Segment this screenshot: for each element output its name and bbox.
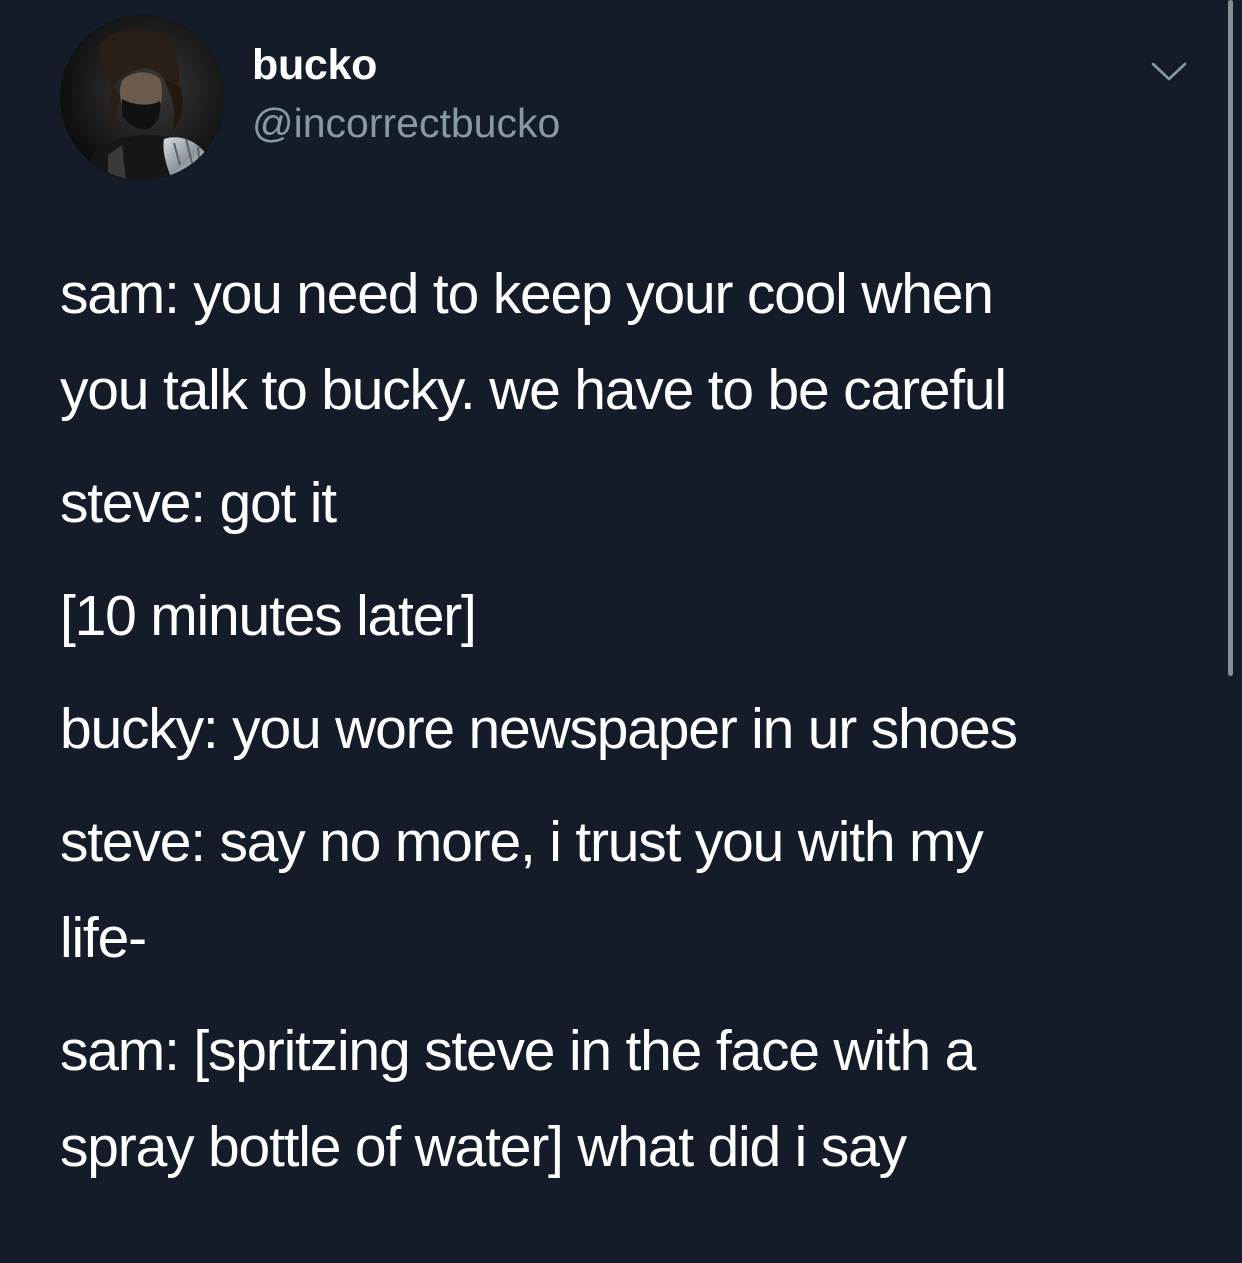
tweet-line: [10 minutes later] — [60, 584, 477, 648]
tweet-line: you talk to bucky. we have to be careful — [60, 358, 1007, 422]
tweet-line: life- — [60, 906, 147, 970]
tweet: bucko @incorrectbucko sam: you need to k… — [0, 0, 1242, 1263]
chevron-down-icon[interactable] — [1149, 58, 1189, 86]
user-handle[interactable]: @incorrectbucko — [252, 97, 560, 149]
avatar[interactable] — [60, 15, 225, 180]
avatar-image — [60, 15, 225, 180]
tweet-line: sam: you need to keep your cool when — [60, 262, 994, 326]
tweet-text: sam: you need to keep your cool when you… — [60, 246, 1210, 1195]
tweet-line: spray bottle of water] what did i say — [60, 1115, 907, 1179]
tweet-line: steve: say no more, i trust you with my — [60, 810, 984, 874]
tweet-line: steve: got it — [60, 471, 337, 535]
scrollbar[interactable] — [1228, 0, 1233, 676]
tweet-line: sam: [spritzing steve in the face with a — [60, 1019, 976, 1083]
tweet-line: bucky: you wore newspaper in ur shoes — [60, 697, 1018, 761]
display-name[interactable]: bucko — [252, 38, 377, 92]
